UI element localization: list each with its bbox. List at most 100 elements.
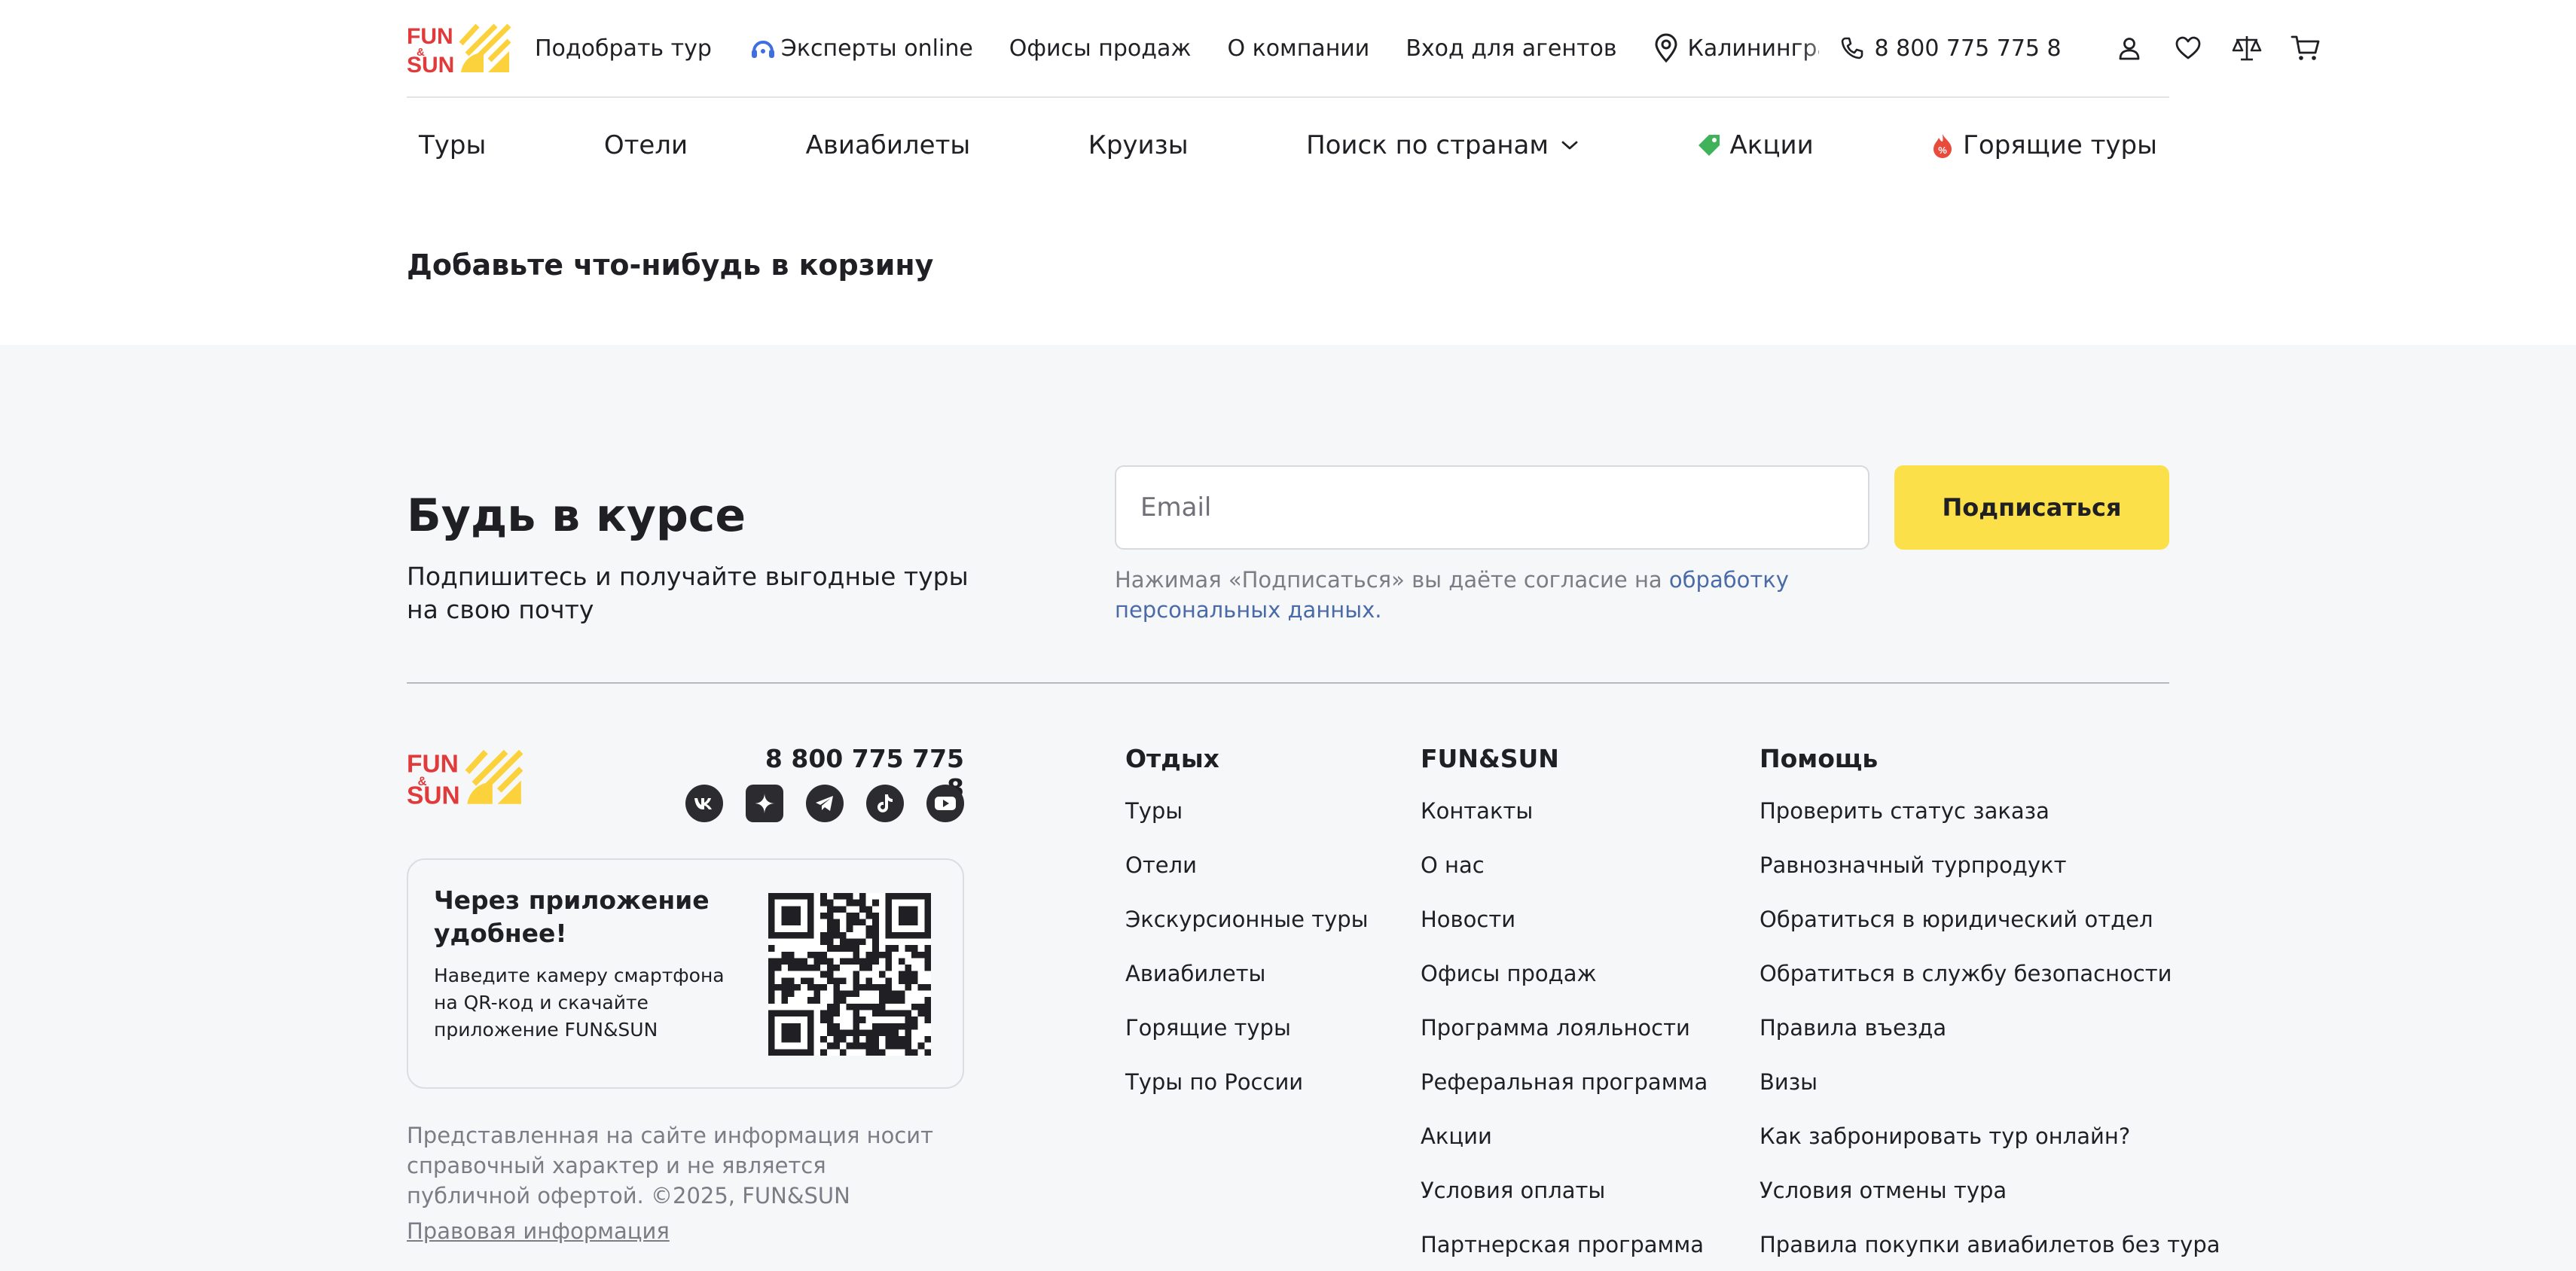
footer-link[interactable]: Условия оплаты	[1421, 1174, 1708, 1207]
footer-link[interactable]: Контакты	[1421, 794, 1708, 828]
social-links	[685, 785, 964, 822]
app-promo-card: Через приложение удобнее! Наведите камер…	[407, 858, 964, 1089]
svg-text:SUN: SUN	[407, 782, 460, 806]
qr-code-icon[interactable]	[768, 893, 931, 1056]
dzen-icon[interactable]	[746, 785, 783, 822]
vk-glyph	[694, 798, 712, 809]
main-nav-flights[interactable]: Авиабилеты	[806, 130, 971, 160]
top-nav: Подобрать тур Эксперты online Офисы прод…	[535, 33, 1653, 63]
footer-column-help: Помощь Проверить статус заказа Равнознач…	[1760, 744, 2220, 1271]
app-promo-title: Через приложение удобнее!	[434, 885, 710, 948]
phone-number: 8 800 775 775 8	[1874, 35, 2062, 62]
main-nav: Туры Отели Авиабилеты Круизы Поиск по ст…	[407, 98, 2169, 193]
svg-text:%: %	[1938, 145, 1947, 156]
main-nav-cruises[interactable]: Круизы	[1088, 130, 1189, 160]
main-nav-hot-tours[interactable]: % Горящие туры	[1931, 130, 2157, 160]
main-nav-label: Акции	[1729, 130, 1814, 160]
youtube-icon[interactable]	[926, 785, 964, 822]
footer-link[interactable]: Авиабилеты	[1125, 957, 1369, 990]
top-nav-experts-online[interactable]: Эксперты online	[748, 33, 973, 63]
footer-column-title: Отдых	[1125, 744, 1219, 773]
funsun-logo-icon: FUN & SUN	[407, 749, 523, 810]
fire-icon: %	[1934, 134, 1952, 158]
footer-link[interactable]: Программа лояльности	[1421, 1011, 1708, 1044]
footer-link[interactable]: Условия отмены тура	[1760, 1174, 2220, 1207]
telegram-glyph	[816, 796, 833, 811]
header-phone[interactable]: 8 800 775 775 8	[1840, 35, 2062, 62]
subscribe-button[interactable]: Подписаться	[1894, 465, 2169, 550]
top-nav-label: О компании	[1227, 35, 1370, 62]
footer-link[interactable]: Экскурсионные туры	[1125, 903, 1369, 936]
footer-link[interactable]: Равнозначный турпродукт	[1760, 849, 2220, 882]
main-nav-tours[interactable]: Туры	[419, 130, 486, 160]
main-nav-label: Поиск по странам	[1306, 130, 1549, 160]
footer-column-title: Помощь	[1760, 744, 1879, 773]
main-nav-label: Авиабилеты	[805, 130, 971, 160]
logo[interactable]: FUN & SUN	[407, 23, 511, 74]
chevron-down-icon	[1561, 141, 1578, 150]
main-nav-hotels[interactable]: Отели	[604, 130, 688, 160]
main-nav-promotions[interactable]: Акции	[1697, 130, 1814, 160]
footer-link[interactable]: Обратиться в службу безопасности	[1760, 957, 2220, 990]
consent-text: Нажимая «Подписаться» вы даёте согласие …	[1115, 565, 1876, 625]
compare-button[interactable]	[2230, 32, 2263, 65]
subscribe-subtitle: Подпишитесь и получайте выгодные туры на…	[407, 562, 969, 624]
svg-text:FUN: FUN	[407, 750, 459, 778]
footer-link[interactable]: Проверить статус заказа	[1760, 794, 2220, 828]
top-nav-agents-login[interactable]: Вход для агентов	[1406, 35, 1616, 62]
footer-link[interactable]: Горящие туры	[1125, 1011, 1369, 1044]
footer-link[interactable]: Акции	[1421, 1120, 1708, 1153]
tiktok-glyph	[877, 794, 893, 812]
header-actions: Калининград 8 800 775 775 8	[1653, 32, 2322, 65]
city-selector[interactable]: Калининград	[1653, 33, 1819, 63]
vk-icon[interactable]	[685, 785, 723, 822]
top-header: FUN & SUN Подобрать тур Эксперты online	[407, 0, 2320, 96]
email-input[interactable]: Email	[1115, 465, 1869, 550]
headset-icon	[751, 41, 774, 58]
footer-link[interactable]: Как забронировать тур онлайн?	[1760, 1120, 2220, 1153]
footer-link[interactable]: Партнерская программа	[1421, 1228, 1708, 1261]
top-nav-about[interactable]: О компании	[1227, 35, 1369, 62]
cart-empty-message: Добавьте что-нибудь в корзину	[407, 248, 934, 282]
top-nav-label: Офисы продаж	[1009, 35, 1192, 62]
main-nav-label: Туры	[419, 130, 487, 160]
youtube-glyph	[935, 797, 956, 810]
tiktok-icon[interactable]	[866, 785, 904, 822]
footer-disclaimer: Представленная на сайте информация носит…	[407, 1123, 934, 1209]
footer-link[interactable]: Правила покупки авиабилетов без тура	[1760, 1228, 2220, 1261]
footer-link[interactable]: Туры по России	[1125, 1065, 1369, 1099]
city-label: Калининград	[1687, 35, 1819, 62]
cart-icon	[2291, 35, 2320, 60]
compare-icon	[2232, 36, 2261, 61]
dzen-glyph	[754, 793, 775, 814]
footer-link[interactable]: Отели	[1125, 849, 1369, 882]
user-icon	[2119, 38, 2140, 60]
footer-link[interactable]: Офисы продаж	[1421, 957, 1708, 990]
main-nav-label: Круизы	[1088, 130, 1189, 160]
funsun-logo-icon: FUN & SUN	[407, 23, 511, 74]
consent-prefix: Нажимая «Подписаться» вы даёте согласие …	[1115, 567, 1669, 593]
footer-link[interactable]: О нас	[1421, 849, 1708, 882]
email-placeholder: Email	[1140, 492, 1212, 523]
cart-button[interactable]	[2289, 32, 2322, 65]
footer-link[interactable]: Реферальная программа	[1421, 1065, 1708, 1099]
footer-link[interactable]: Туры	[1125, 794, 1369, 828]
location-icon	[1655, 33, 1677, 63]
main-nav-countries-dropdown[interactable]: Поиск по странам	[1306, 130, 1579, 160]
account-button[interactable]	[2113, 32, 2146, 65]
footer-link[interactable]: Визы	[1760, 1065, 2220, 1099]
footer-link[interactable]: Новости	[1421, 903, 1708, 936]
footer-link[interactable]: Обратиться в юридический отдел	[1760, 903, 2220, 936]
top-nav-label: Вход для агентов	[1406, 35, 1617, 62]
telegram-icon[interactable]	[806, 785, 844, 822]
footer-link[interactable]: Правила въезда	[1760, 1011, 2220, 1044]
legal-info-link[interactable]: Правовая информация	[407, 1218, 670, 1244]
top-nav-pick-tour[interactable]: Подобрать тур	[535, 35, 712, 62]
top-nav-offices[interactable]: Офисы продаж	[1009, 35, 1192, 62]
svg-text:SUN: SUN	[407, 53, 454, 74]
footer-column-funsun: FUN&SUN Контакты О нас Новости Офисы про…	[1421, 744, 1708, 1271]
tag-icon	[1698, 135, 1720, 156]
footer-logo[interactable]: FUN & SUN	[407, 748, 523, 810]
phone-icon	[1841, 37, 1863, 59]
favorites-button[interactable]	[2172, 32, 2205, 65]
